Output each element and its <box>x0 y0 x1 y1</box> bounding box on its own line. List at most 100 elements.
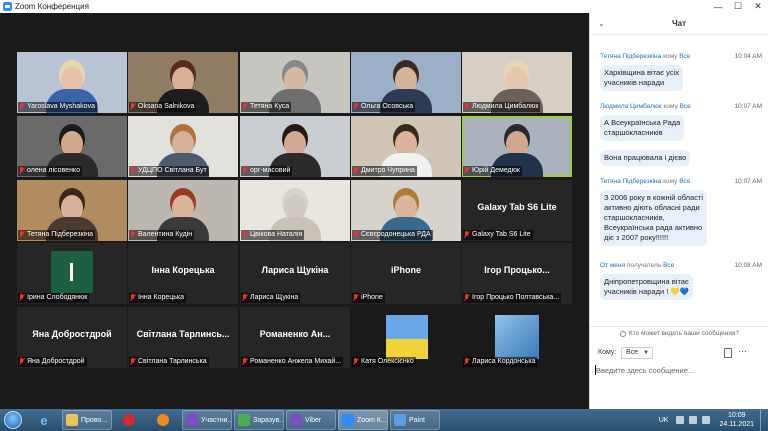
participant-tile[interactable]: Ірина Слободянюк <box>17 243 127 304</box>
taskbar-item[interactable]: Zoom К... <box>338 410 388 430</box>
mic-muted-icon <box>353 231 359 239</box>
taskbar-item[interactable]: Заразув... <box>234 410 284 430</box>
participant-display-name: Романенко Ан... <box>259 329 331 339</box>
chat-to-word: кому <box>663 53 678 60</box>
participant-name: Ольга Осовська <box>361 103 414 110</box>
participant-name: Світлана Тарлинська <box>138 358 207 365</box>
participant-tile[interactable]: Людмила Цимбалюк <box>462 52 572 113</box>
participant-tile[interactable]: Galaxy Tab S6 Lite Galaxy Tab S6 Lite <box>462 180 572 241</box>
viber-icon <box>186 414 198 426</box>
mic-muted-icon <box>130 103 136 111</box>
taskbar-ie[interactable]: e <box>28 410 60 430</box>
start-button[interactable] <box>0 409 26 431</box>
chat-message-input[interactable] <box>596 363 762 377</box>
zoom-icon <box>342 414 354 426</box>
more-icon[interactable]: ··· <box>738 346 747 356</box>
taskbar-item[interactable]: Viber <box>286 410 336 430</box>
chat-message-bubble[interactable]: Вона працювала і дієво <box>600 150 691 166</box>
participant-name-label: Дмитро Чуприна <box>352 166 417 176</box>
taskbar-item[interactable]: Прово... <box>62 410 112 430</box>
language-indicator[interactable]: UK <box>659 417 669 424</box>
taskbar-item[interactable] <box>148 410 180 430</box>
participant-tile[interactable]: Катя Олексієнко <box>351 307 461 368</box>
participant-tile[interactable]: Дмитро Чуприна <box>351 116 461 177</box>
participant-tile[interactable]: Світлана Тарлинсь... Світлана Тарлинська <box>128 307 238 368</box>
dropdown-arrow-icon: ▼ <box>643 350 649 356</box>
participant-tile[interactable]: УДЦПО Світлана Бут <box>128 116 238 177</box>
participant-name-label: Романенко Анжела Михай... <box>241 357 344 367</box>
visibility-note[interactable]: Кто может видеть ваши сообщения? <box>590 326 768 340</box>
chat-sender: Людмила Цимбалюк <box>600 103 662 110</box>
participant-tile[interactable]: Oksana Salnikova <box>128 52 238 113</box>
participant-name: Galaxy Tab S6 Lite <box>472 231 531 238</box>
participant-name-label: Yaroslava Myshakova <box>18 102 97 112</box>
chat-message-bubble[interactable]: А Всеукраїнська Рада старшокласників <box>600 115 685 141</box>
participant-tile[interactable]: Лариса Кордонська <box>462 307 572 368</box>
minimize-button[interactable]: — <box>708 0 728 13</box>
clock[interactable]: 10:09 24.11.2021 <box>719 411 754 429</box>
participant-tile[interactable]: Цвікова Наталія <box>240 180 350 241</box>
chat-message-line: учасників наради ! 💛💙 <box>604 287 690 296</box>
participant-name-label: Катя Олексієнко <box>352 357 416 367</box>
show-desktop-button[interactable] <box>760 409 768 431</box>
participant-tile[interactable]: Яна Добростдрой Яна Добростдрой <box>17 307 127 368</box>
participant-tile[interactable]: Ігор Процько... Ігор Процько Полтавська..… <box>462 243 572 304</box>
participant-tile[interactable]: Сєвєродонецька РДА <box>351 180 461 241</box>
participant-name: Людмила Цимбалюк <box>472 103 539 110</box>
chrome-icon <box>238 414 250 426</box>
participant-name-label: Людмила Цимбалюк <box>463 102 541 112</box>
participant-tile[interactable]: Інна Корецька Інна Корецька <box>128 243 238 304</box>
mic-muted-icon <box>19 358 25 366</box>
chat-message-bubble[interactable]: Харківщина вітає усіх учасників наради <box>600 65 683 91</box>
network-icon[interactable] <box>689 416 698 424</box>
system-tray: UK 10:09 24.11.2021 <box>659 409 768 431</box>
taskbar-item[interactable]: Участни... <box>182 410 232 430</box>
participant-name-label: Валентина Кудін <box>129 230 195 240</box>
maximize-button[interactable]: ☐ <box>728 0 748 13</box>
participant-name-label: Лариса Щукіна <box>241 293 301 303</box>
participant-name-label: Сєвєродонецька РДА <box>352 230 433 240</box>
participant-name: Романенко Анжела Михай... <box>250 358 342 365</box>
participant-name-label: Інна Корецька <box>129 293 187 303</box>
chat-sender: От меня <box>600 262 626 269</box>
chat-message-line: А Всеукраїнська Рада <box>604 118 681 127</box>
chevron-down-icon[interactable]: ⌄ <box>598 19 605 28</box>
opera-icon <box>122 414 135 426</box>
taskbar-item[interactable]: Paint <box>390 410 440 430</box>
mic-muted-icon <box>19 167 25 175</box>
folder-icon <box>66 414 78 426</box>
taskbar-item[interactable] <box>114 410 146 430</box>
participant-tile[interactable]: Ольга Осовська <box>351 52 461 113</box>
participant-name-label: УДЦПО Світлана Бут <box>129 166 209 176</box>
file-icon[interactable] <box>724 348 732 358</box>
chat-message-bubble[interactable]: З 2006 року в кожній області активно діют… <box>600 190 708 246</box>
mic-muted-icon <box>242 358 248 366</box>
chat-message-bubble[interactable]: Дніпропетровщина вітає учасників наради !… <box>600 274 694 300</box>
taskbar-item-label: Viber <box>305 416 322 424</box>
participant-name: олена лісовенко <box>27 167 80 174</box>
participant-tile[interactable]: Тетяна Підберезкіна <box>17 180 127 241</box>
participant-name: Яна Добростдрой <box>27 358 85 365</box>
participant-tile[interactable]: олена лісовенко <box>17 116 127 177</box>
participant-tile[interactable]: Тетяна Куса <box>240 52 350 113</box>
flag-icon[interactable] <box>676 416 685 424</box>
vlc-icon <box>156 414 169 426</box>
participant-tile[interactable]: Лариса Щукіна Лариса Щукіна <box>240 243 350 304</box>
chat-panel: ⌄ Чат Тетяна Підберезкіна кому Все 10:04 … <box>589 13 768 409</box>
chat-timestamp: 10:07 AM <box>734 178 762 185</box>
mic-muted-icon <box>130 231 136 239</box>
mic-muted-icon <box>242 294 248 302</box>
participant-tile[interactable]: Романенко Ан... Романенко Анжела Михай... <box>240 307 350 368</box>
participant-name-label: Яна Добростдрой <box>18 357 87 367</box>
recipient-select[interactable]: Все ▼ <box>621 347 653 359</box>
participant-name: Юрій Демедюк <box>472 167 520 174</box>
participant-tile[interactable]: Валентина Кудін <box>128 180 238 241</box>
participant-name-label: Ольга Осовська <box>352 102 416 112</box>
participant-tile[interactable]: Юрій Демедюк <box>462 116 572 177</box>
participant-tile[interactable]: iPhone iPhone <box>351 243 461 304</box>
participant-tile[interactable]: Yaroslava Myshakova <box>17 52 127 113</box>
mic-muted-icon <box>19 231 25 239</box>
volume-icon[interactable] <box>702 416 711 424</box>
participant-tile[interactable]: орг-масовий <box>240 116 350 177</box>
close-button[interactable]: ✕ <box>748 0 768 13</box>
